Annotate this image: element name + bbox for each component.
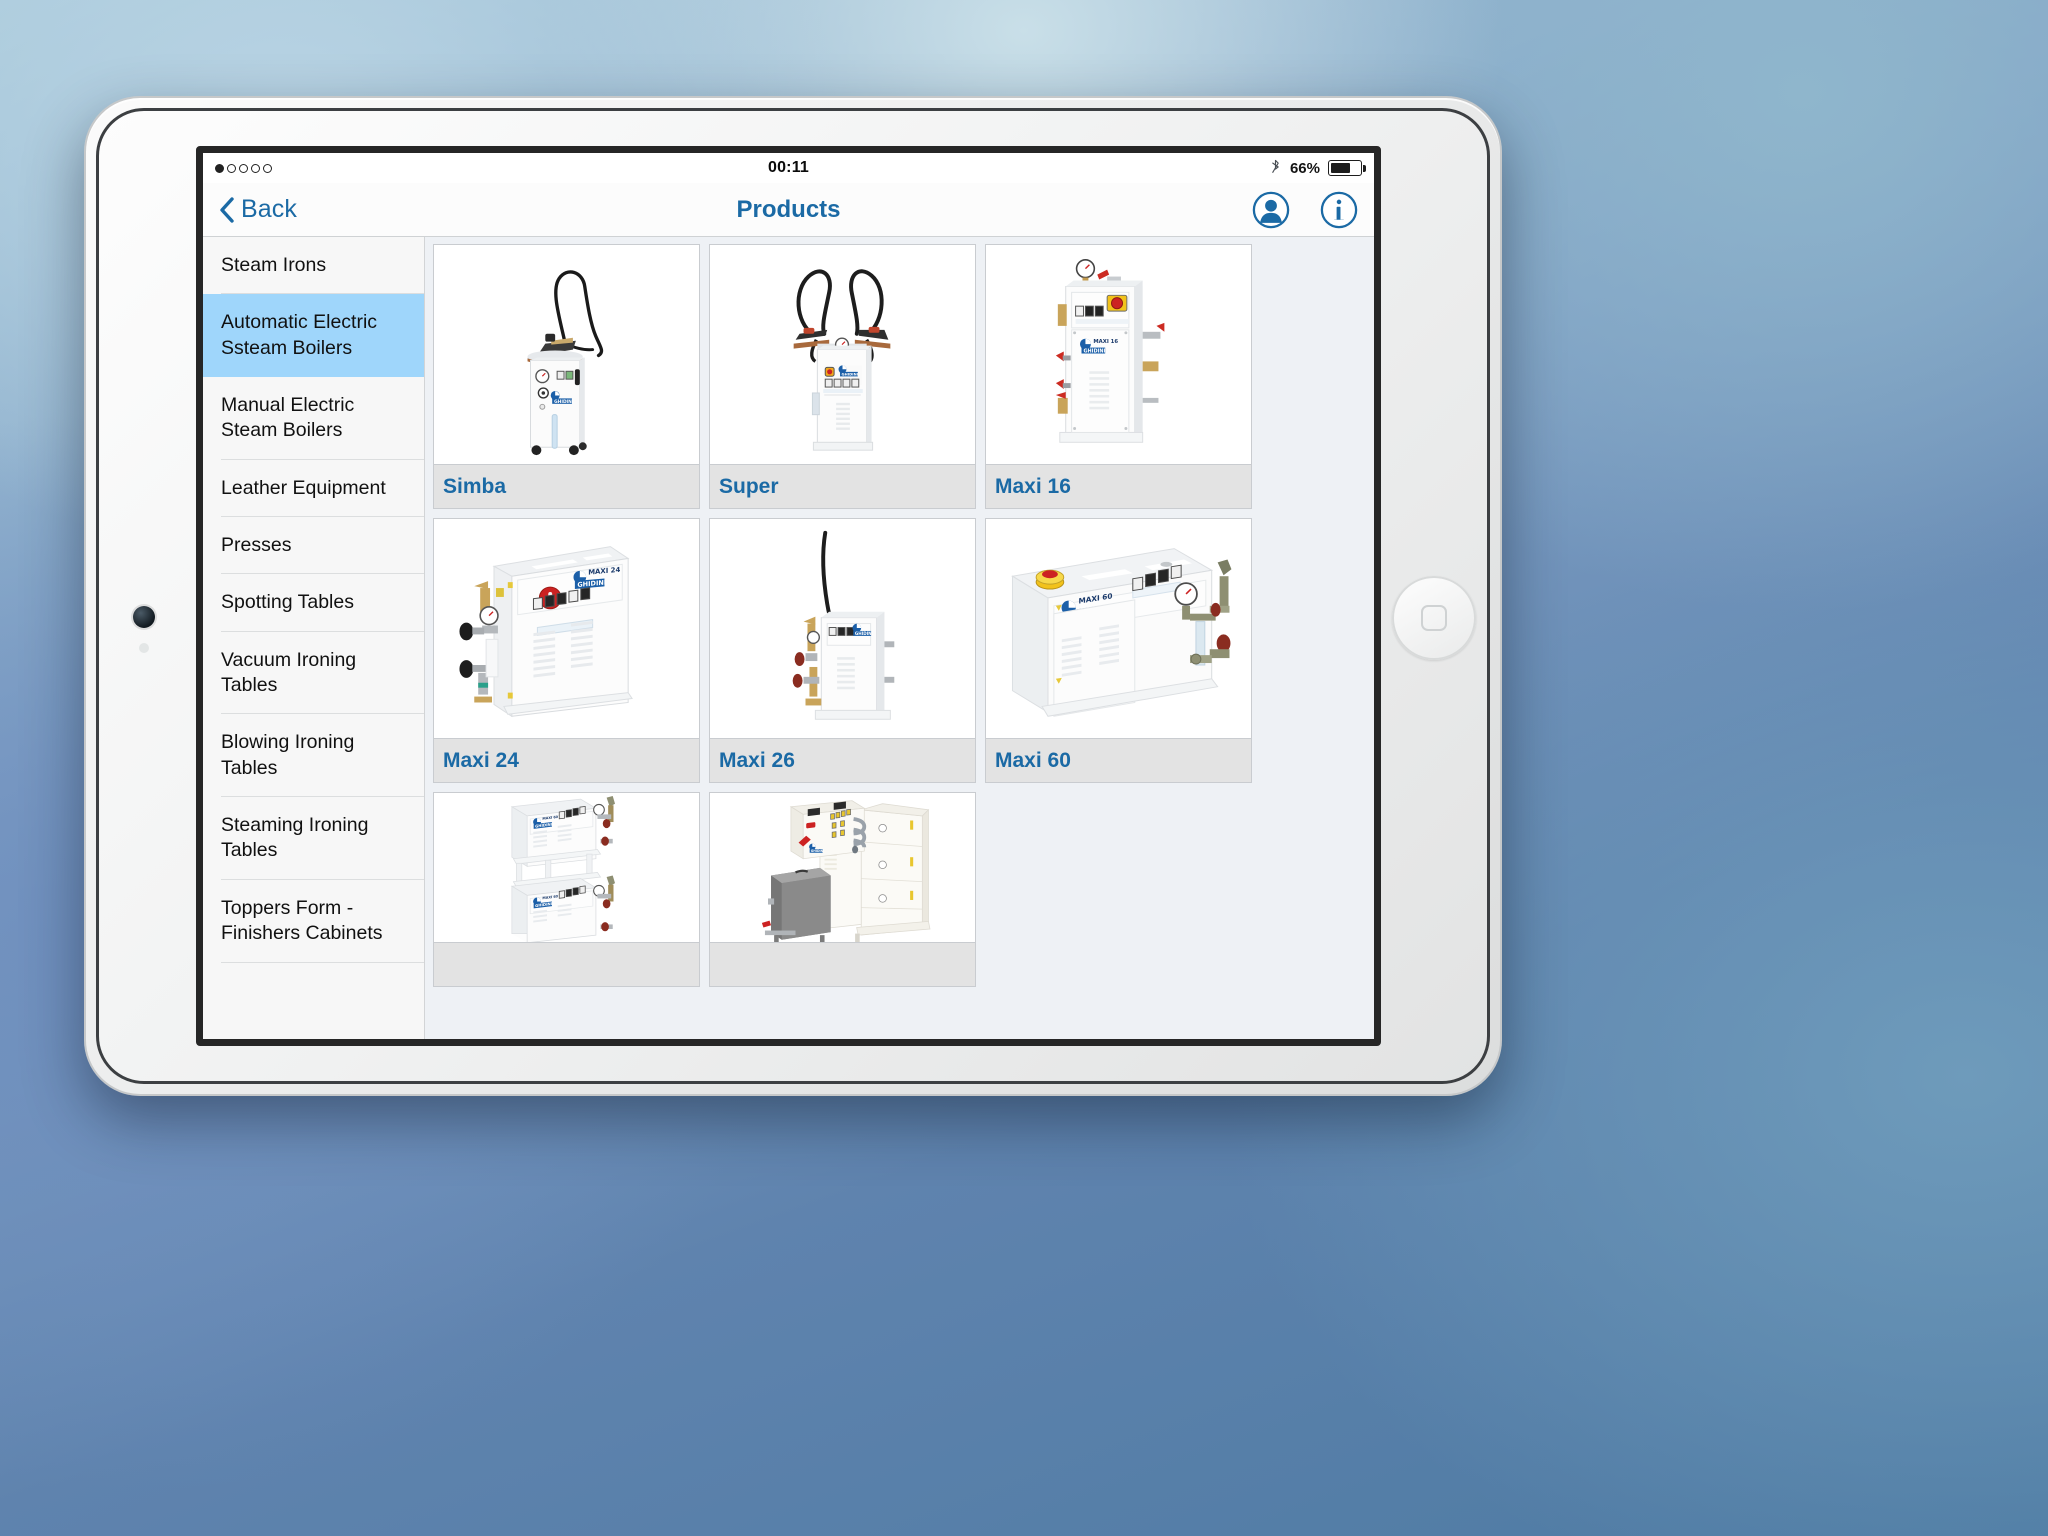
sidebar-item-vacuum-ironing-tables[interactable]: Vacuum Ironing Tables [203,632,424,715]
sidebar-item-label: Vacuum Ironing Tables [221,648,357,697]
sidebar-item-label: Leather Equipment [221,476,386,499]
page-title: Products [736,195,841,223]
maxi60-boiler-photo: GHIDINI MAXI 60 [986,519,1251,738]
sidebar-item-steaming-ironing-tables[interactable]: Steaming Ironing Tables [203,797,424,880]
product-label [434,942,699,986]
status-clock: 00:11 [767,159,810,176]
nav-actions [1252,191,1358,229]
status-bar: 00:11 66% [203,153,1374,183]
sidebar-item-label: Presses [221,534,292,557]
product-label: Maxi 60 [986,738,1251,782]
product-card[interactable]: GHIDINI [709,518,976,783]
maxi26-illustration: GHIDINI [710,519,975,738]
sidebar-item-toppers-form-finishers-cabinets[interactable]: Toppers Form - Finishers Cabinets [203,880,424,963]
panel-tank-cabinets-photo: GHIDINI [710,793,975,942]
product-label: Simba [434,464,699,508]
sidebar-item-label: Toppers Form - Finishers Cabinets [221,896,383,945]
content-area: Steam Irons Automatic Electric Ssteam Bo… [203,237,1374,1039]
bluetooth-icon [1272,159,1279,173]
maxi16-boiler-photo: GHIDINI MAXI 16 [986,245,1251,464]
sidebar-item-steam-irons[interactable]: Steam Irons [203,237,424,295]
sidebar-item-automatic-electric-steam-boilers[interactable]: Automatic Electric Ssteam Boilers [203,294,424,378]
info-circle-icon[interactable] [1320,191,1358,229]
super-boiler-photo: GHIDINI [710,245,975,464]
sidebar-item-label: Blowing Ironing Tables [221,731,355,779]
svg-text:GHIDINI: GHIDINI [811,849,825,853]
ipad-screen: 00:11 66% Back Products Steam Irons Auto… [196,146,1381,1046]
svg-text:GHIDINI: GHIDINI [1083,348,1105,354]
stacked-boilers-illustration: GHIDINI MAXI 60 GHIDINI MAXI 60 [464,793,669,942]
home-square-icon [1421,605,1447,631]
maxi60-illustration: GHIDINI MAXI 60 [986,519,1251,738]
simba-boiler-photo: GHIDINI [434,245,699,464]
status-bar-right: 66% [1269,159,1366,177]
stacked-boilers-photo: GHIDINI MAXI 60 GHIDINI MAXI 60 [434,793,699,942]
svg-text:GHIDINI: GHIDINI [842,373,859,377]
front-camera-icon [133,606,155,628]
svg-text:MAXI 16: MAXI 16 [1093,339,1118,345]
product-card[interactable]: GHIDINI MAXI 24 Maxi 24 [433,518,700,783]
navigation-bar: Back Products [203,183,1374,237]
product-grid: GHIDINI Simba GHIDINI Super GHIDINI MAXI… [425,237,1374,1039]
maxi16-illustration: GHIDINI MAXI 16 [986,245,1251,464]
sidebar-item-leather-equipment[interactable]: Leather Equipment [203,460,424,518]
product-label: Maxi 16 [986,464,1251,508]
panel-tank-cabinets-illustration: GHIDINI [740,793,945,942]
product-card[interactable]: GHIDINI MAXI 16 Maxi 16 [985,244,1252,509]
sidebar-item-label: Automatic Electric Ssteam Boilers [221,311,378,359]
product-label: Maxi 24 [434,738,699,782]
chevron-left-icon [220,196,234,223]
battery-fill [1330,162,1350,174]
super-illustration: GHIDINI [710,245,975,464]
sidebar-item-label: Manual Electric Steam Boilers [221,394,355,442]
battery-percentage: 66% [1289,159,1320,177]
category-sidebar[interactable]: Steam Irons Automatic Electric Ssteam Bo… [203,237,425,1039]
back-button-label: Back [241,195,297,223]
sidebar-item-label: Steam Irons [221,254,327,276]
product-card[interactable]: GHIDINI MAXI 60 [433,792,700,987]
home-button[interactable] [1392,576,1476,660]
simba-illustration: GHIDINI [434,245,699,464]
ambient-sensor-icon [139,643,149,653]
user-circle-icon[interactable] [1252,191,1290,229]
svg-text:GHIDINI: GHIDINI [554,399,574,405]
product-card[interactable]: GHIDINI MAXI 60 [985,518,1252,783]
ipad-device: 00:11 66% Back Products Steam Irons Auto… [84,96,1502,1096]
svg-text:GHIDINI: GHIDINI [855,631,874,636]
maxi26-boiler-photo: GHIDINI [710,519,975,738]
sidebar-item-spotting-tables[interactable]: Spotting Tables [203,574,424,632]
product-card[interactable]: GHIDINI [709,244,976,509]
product-label: Maxi 26 [710,738,975,782]
sidebar-item-blowing-ironing-tables[interactable]: Blowing Ironing Tables [203,714,424,798]
sidebar-item-label: Spotting Tables [221,591,354,614]
maxi24-boiler-photo: GHIDINI MAXI 24 [434,519,699,738]
sidebar-item-manual-electric-steam-boilers[interactable]: Manual Electric Steam Boilers [203,377,424,460]
sidebar-item-label: Steaming Ironing Tables [221,814,369,862]
back-button[interactable]: Back [219,195,297,224]
product-card[interactable]: GHIDINI Simba [433,244,700,509]
product-label: Super [710,464,975,508]
separator [221,961,424,963]
battery-icon [1328,160,1366,176]
sidebar-item-presses[interactable]: Presses [203,517,424,575]
product-card[interactable]: GHIDINI [709,792,976,987]
maxi24-illustration: GHIDINI MAXI 24 [434,519,699,738]
product-label [710,942,975,986]
